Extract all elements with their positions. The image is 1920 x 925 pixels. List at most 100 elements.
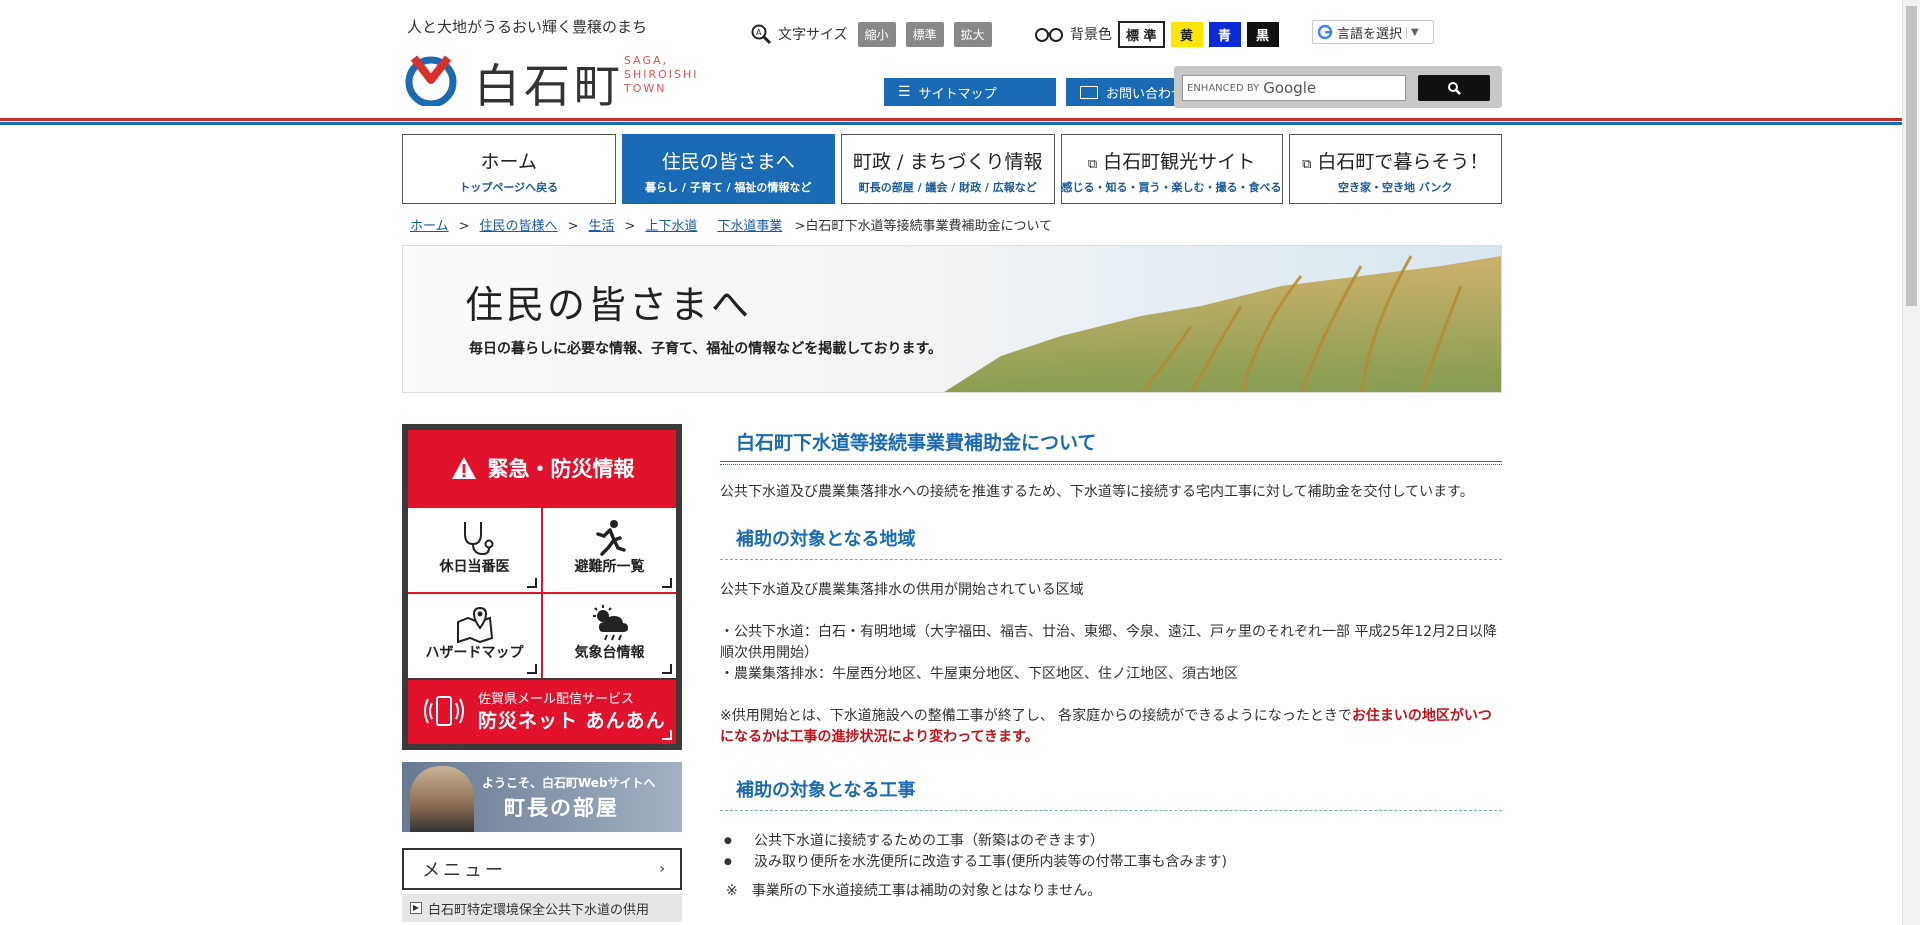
bg-standard-button[interactable]: 標 準: [1118, 20, 1165, 48]
nav-residents[interactable]: 住民の皆さまへ 暮らし / 子育て / 福祉の情報など: [621, 134, 835, 204]
mayor-photo: [410, 766, 474, 832]
work-list: 公共下水道に接続するための工事（新築はのぞきます） 汲み取り便所を水洗便所に改造…: [720, 831, 1502, 873]
side-menu-item-label: 白石町特定環境保全公共下水道の供用: [428, 902, 650, 918]
nav-town-admin[interactable]: 町政 / まちづくり情報 町長の部屋 / 議会 / 財政 / 広報など: [841, 134, 1055, 204]
warning-icon: [451, 457, 476, 479]
intro-text: 公共下水道及び農業集落排水への接続を推進するため、下水道等に接続する宅内工事に対…: [720, 484, 1474, 500]
mayor-banner-subtitle: ようこそ、白石町Webサイトへ: [482, 776, 656, 790]
nav-tourism-label-row: ⧉ 白石町観光サイト: [1062, 147, 1282, 174]
anshin-subtitle: 佐賀県メール配信サービス: [478, 692, 635, 707]
side-menu-label: メニュー: [422, 860, 506, 881]
logo-text: 白石町: [474, 59, 624, 113]
emergency-label: 緊急・防災情報: [487, 457, 635, 481]
emergency-info-button[interactable]: 緊急・防災情報: [408, 430, 676, 506]
search-button[interactable]: [1418, 75, 1490, 101]
mayor-banner-title: 町長の部屋: [504, 796, 619, 820]
nav-residents-label: 住民の皆さまへ: [661, 151, 795, 173]
font-large-button[interactable]: 拡大: [953, 21, 992, 47]
search-input[interactable]: ENHANCED BY Google: [1182, 75, 1406, 101]
anshin-title: 防災ネット あんあん: [478, 710, 666, 732]
list-item: 公共下水道に接続するための工事（新築はのぞきます）: [720, 831, 1502, 852]
area-text-2: ・公共下水道：白石・有明地域（大字福田、福吉、廿治、東郷、今泉、遠江、戸ヶ里のそ…: [720, 624, 1497, 661]
shelter-list-link[interactable]: 避難所一覧: [543, 508, 676, 592]
nav-tourism[interactable]: ⧉ 白石町観光サイト 感じる・知る・買う・楽しむ・撮る・食べる: [1060, 134, 1283, 204]
section-heading-work: 補助の対象となる工事: [720, 776, 1502, 811]
external-link-icon: ⧉: [1087, 157, 1098, 172]
google-search: ENHANCED BY Google: [1174, 66, 1502, 108]
holiday-doctor-link[interactable]: 休日当番医: [408, 508, 541, 592]
emergency-panel: 緊急・防災情報 休日当番医 避難所一覧 ハザードマップ 気象台情報 佐賀県メール…: [402, 424, 682, 750]
breadcrumb-life[interactable]: 生活: [588, 219, 614, 234]
dropdown-arrow-icon: ▼: [1406, 26, 1419, 38]
mayor-room-banner[interactable]: ようこそ、白石町Webサイトへ 町長の部屋: [402, 762, 682, 832]
phone-signal-icon: [424, 696, 464, 726]
hazard-map-link[interactable]: ハザードマップ: [408, 594, 541, 678]
nav-home-label: ホーム: [480, 151, 537, 173]
nav-town-admin-sub: 町長の部屋 / 議会 / 財政 / 広報など: [858, 181, 1037, 194]
font-standard-button[interactable]: 標準: [905, 21, 944, 47]
nav-living-sub: 空き家・空き地 バンク: [1338, 181, 1453, 194]
sitemap-label: サイトマップ: [918, 86, 997, 102]
global-nav: ホーム トップページへ戻る 住民の皆さまへ 暮らし / 子育て / 福祉の情報な…: [402, 134, 1502, 204]
nav-tourism-label: 白石町観光サイト: [1103, 151, 1256, 173]
hero-banner: 住民の皆さまへ 毎日の暮らしに必要な情報、子育て、福祉の情報などを掲載しておりま…: [402, 245, 1502, 393]
main-content: 白石町下水道等接続事業費補助金について 公共下水道及び農業集落排水への接続を推進…: [720, 424, 1502, 902]
corner-arrow-icon: [662, 730, 672, 740]
breadcrumb-water[interactable]: 上下水道: [645, 219, 697, 234]
nav-home[interactable]: ホーム トップページへ戻る: [402, 134, 616, 204]
font-small-button[interactable]: 縮小: [857, 21, 896, 47]
external-link-icon: ⧉: [1302, 157, 1312, 172]
corner-arrow-icon: [527, 664, 537, 674]
font-size-control: A 文字サイズ 縮小 標準 拡大: [750, 20, 992, 48]
breadcrumb-home[interactable]: ホーム: [410, 219, 449, 234]
area-text-3: ・農業集落排水：牛屋西分地区、牛屋東分地区、下区地区、住ノ江地区、須古地区: [720, 666, 1238, 682]
weather-icon: [592, 605, 628, 641]
list-icon: ☰: [898, 84, 911, 100]
glasses-icon: [1035, 28, 1063, 42]
contact-label: お問い合わせ: [1106, 86, 1185, 102]
bg-black-button[interactable]: 黒: [1246, 21, 1279, 47]
weather-info-label: 気象台情報: [574, 645, 645, 661]
holiday-doctor-label: 休日当番医: [439, 559, 510, 575]
nav-residents-sub: 暮らし / 子育て / 福祉の情報など: [645, 181, 812, 194]
breadcrumb-current: >白石町下水道等接続事業費補助金について: [794, 219, 1053, 234]
side-menu-item[interactable]: ▶ 白石町特定環境保全公共下水道の供用: [402, 894, 682, 922]
search-enhanced-label: ENHANCED BY: [1187, 82, 1260, 94]
breadcrumb-sep: >: [458, 219, 470, 234]
breadcrumb-sep: >: [567, 219, 579, 234]
rice-field-image: [944, 255, 1501, 392]
nav-home-sub: トップページへ戻る: [459, 181, 559, 194]
scrollbar-thumb[interactable]: [1906, 6, 1917, 306]
corner-arrow-icon: [662, 664, 672, 674]
bg-blue-button[interactable]: 青: [1208, 21, 1241, 47]
page-title: 白石町下水道等接続事業費補助金について: [720, 424, 1502, 465]
logo-english: SAGA, SHIROISHI TOWN: [624, 54, 699, 95]
side-menu-header[interactable]: メニュー ›: [402, 848, 682, 890]
language-select[interactable]: 言語を選択 ▼: [1312, 20, 1434, 44]
svg-text:A: A: [756, 28, 762, 37]
bg-yellow-button[interactable]: 黄: [1170, 21, 1203, 47]
map-pin-icon: [456, 606, 493, 644]
nav-town-admin-label: 町政 / まちづくり情報: [853, 151, 1043, 173]
sitemap-button[interactable]: ☰ サイトマップ: [884, 78, 1056, 106]
sidebar: 緊急・防災情報 休日当番医 避難所一覧 ハザードマップ 気象台情報 佐賀県メール…: [402, 424, 682, 922]
search-brand-label: Google: [1263, 79, 1317, 97]
weather-info-link[interactable]: 気象台情報: [543, 594, 676, 678]
site-logo[interactable]: 白石町 SAGA, SHIROISHI TOWN: [404, 48, 704, 113]
hero-description: 毎日の暮らしに必要な情報、子育て、福祉の情報などを掲載しております。: [469, 341, 943, 357]
page-scrollbar[interactable]: [1902, 0, 1920, 925]
background-color-control: 背景色 標 準 黄 青 黒: [1034, 20, 1279, 48]
stethoscope-icon: [463, 522, 493, 556]
nav-living[interactable]: ⧉ 白石町で暮らそう！ 空き家・空き地 バンク: [1288, 134, 1502, 204]
site-tagline: 人と大地がうるおい輝く豊穣のまち: [407, 18, 648, 36]
emergency-grid: 休日当番医 避難所一覧 ハザードマップ 気象台情報: [408, 506, 676, 678]
bg-color-label: 背景色: [1070, 27, 1112, 43]
language-label: 言語を選択: [1337, 26, 1403, 42]
anshin-mail-link[interactable]: 佐賀県メール配信サービス 防災ネット あんあん: [408, 680, 676, 744]
corner-arrow-icon: [662, 578, 672, 588]
breadcrumb-residents[interactable]: 住民の皆様へ: [480, 219, 558, 234]
service-note-text: ※供用開始とは、下水道施設への整備工事が終了し、 各家庭からの接続ができるように…: [720, 708, 1352, 724]
corner-arrow-icon: [527, 578, 537, 588]
search-icon: [1448, 82, 1461, 95]
breadcrumb-sewer[interactable]: 下水道事業: [717, 219, 782, 234]
